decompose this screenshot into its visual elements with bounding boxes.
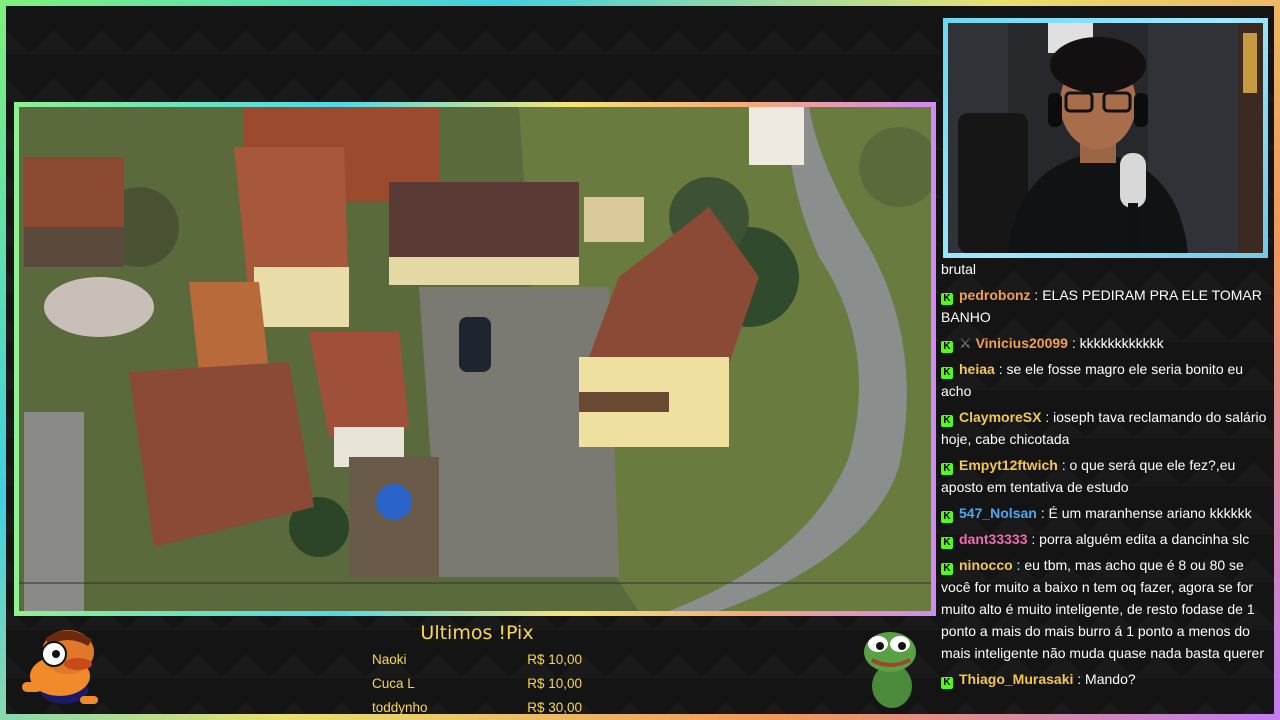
pix-amount: R$ 10,00: [527, 676, 582, 691]
pix-donor-name: Naoki: [372, 652, 407, 667]
pix-row: Naoki R$ 10,00: [372, 648, 582, 672]
chat-username[interactable]: Vinicius20099: [976, 335, 1068, 351]
chat-message: Kpedrobonz : ELAS PEDIRAM PRA ELE TOMAR …: [941, 287, 1262, 325]
chat-message: Kdant33333 : porra alguém edita a dancin…: [941, 528, 1271, 550]
chat-message: K 547_Nolsan : É um maranhense ariano kkk…: [941, 502, 1271, 524]
chat-message-text: kkkkkkkkkkkk: [1079, 335, 1164, 351]
kick-badge-icon: K: [941, 341, 953, 353]
chat-message-text: Mando?: [1085, 671, 1136, 687]
sword-badge-icon: ⚔: [959, 335, 972, 351]
pix-donor-name: Cuca L: [372, 676, 415, 691]
chat-message: brutal: [941, 258, 1271, 280]
chat-panel: brutal Kpedrobonz : ELAS PEDIRAM PRA ELE…: [941, 258, 1271, 714]
chat-username[interactable]: pedrobonz: [959, 287, 1031, 303]
kick-badge-icon: K: [941, 511, 953, 523]
kick-badge-icon: K: [941, 677, 953, 689]
chat-message: Kninocco : eu tbm, mas acho que é 8 ou 8…: [941, 557, 1264, 661]
chat-message: K ⚔ Vinicius20099 : kkkkkkkkkkkk: [941, 332, 1271, 354]
chat-message: Kheiaa : se ele fosse magro ele seria bo…: [941, 361, 1244, 399]
chat-username[interactable]: 547_Nolsan: [959, 505, 1037, 521]
chat-message: K ClaymoreSX : ioseph tava reclamando do …: [941, 409, 1267, 447]
video-frame: [14, 102, 936, 616]
chat-username[interactable]: ninocco: [959, 557, 1013, 573]
kick-badge-icon: K: [941, 293, 953, 305]
chat-username[interactable]: ClaymoreSX: [959, 409, 1041, 425]
chat-message-text: É um maranhense ariano kkkkkk: [1048, 505, 1252, 521]
streamer-webcam-image: [948, 23, 1263, 253]
kick-badge-icon: K: [941, 537, 953, 549]
stream-video[interactable]: [19, 107, 931, 611]
chat-message-text: brutal: [941, 261, 977, 277]
pix-title: Ultimos !Pix: [420, 622, 534, 644]
chat-message-text: porra alguém edita a dancinha slc: [1039, 531, 1250, 547]
chat-message: K Empyt12ftwich : o que será que ele fez?…: [941, 457, 1236, 495]
kick-badge-icon: K: [941, 463, 953, 475]
chat-message: K Thiago_Murasaki : Mando?: [941, 668, 1271, 690]
chat-username[interactable]: Thiago_Murasaki: [959, 671, 1073, 687]
kick-badge-icon: K: [941, 415, 953, 427]
mascot-icon: [18, 624, 102, 708]
chat-username[interactable]: Empyt12ftwich: [959, 457, 1058, 473]
kick-badge-icon: K: [941, 563, 953, 575]
pix-amount: R$ 30,00: [527, 700, 582, 715]
pix-row: toddynho R$ 30,00: [372, 696, 582, 720]
pix-row: Cuca L R$ 10,00: [372, 672, 582, 696]
chat-username[interactable]: heiaa: [959, 361, 995, 377]
kick-badge-icon: K: [941, 367, 953, 379]
webcam-feed: [948, 23, 1263, 253]
chat-username[interactable]: dant33333: [959, 531, 1027, 547]
pix-amount: R$ 10,00: [527, 652, 582, 667]
pix-donor-name: toddynho: [372, 700, 428, 715]
webcam-frame: [943, 18, 1268, 258]
pepe-frog-icon: [860, 626, 924, 710]
aerial-village-scene: [19, 107, 931, 611]
pix-donations-panel: Ultimos !Pix Naoki R$ 10,00 Cuca L R$ 10…: [372, 620, 582, 716]
